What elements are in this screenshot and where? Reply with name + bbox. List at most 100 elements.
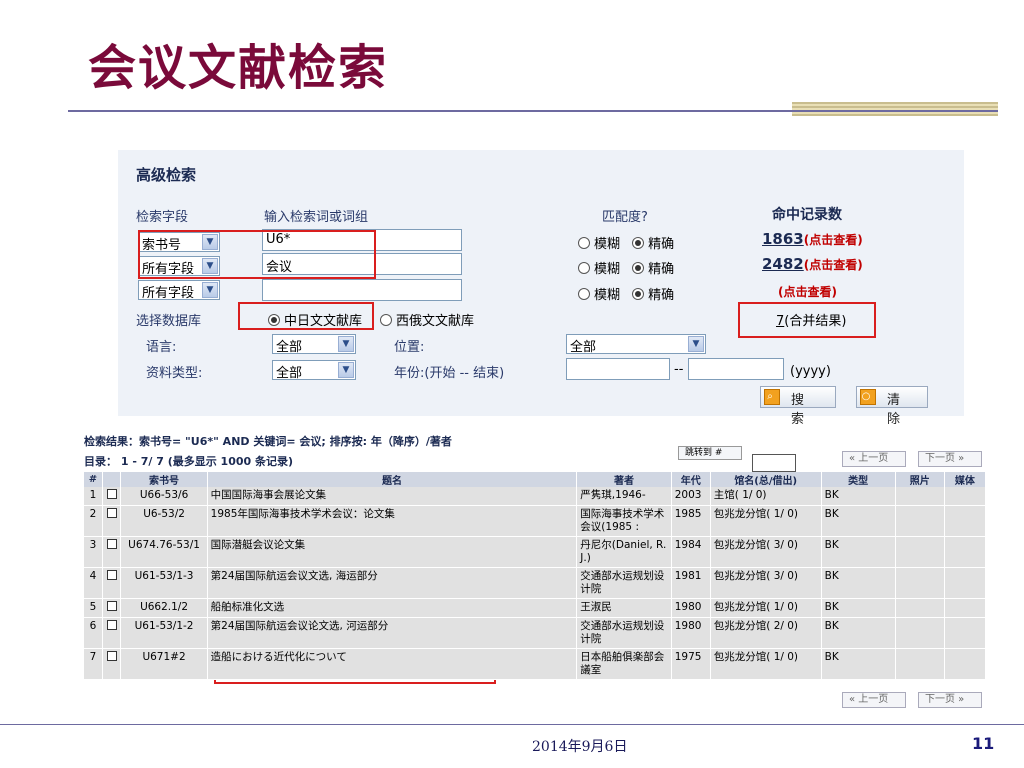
year-cell: 2003 (671, 487, 711, 506)
match-column-label[interactable]: 匹配度? (602, 206, 648, 225)
search-button[interactable]: ⌕ 搜 索 (760, 386, 836, 427)
row-number: 2 (84, 505, 103, 537)
library-cell[interactable]: 主馆( 1/ 0) (710, 487, 822, 506)
col-call-number[interactable]: 索书号 (120, 472, 208, 487)
exact-radio-3[interactable] (632, 288, 645, 300)
select-checkbox[interactable] (106, 539, 117, 549)
select-checkbox[interactable] (106, 601, 117, 611)
author-cell: 交通部水运规划设计院 (576, 567, 672, 599)
col-number: # (84, 472, 103, 487)
title-cell[interactable]: 造船における近代化について (207, 648, 578, 680)
row-checkbox[interactable] (102, 487, 122, 506)
title-decoration (792, 102, 998, 116)
photo-cell (895, 598, 945, 618)
jump-to-input[interactable] (752, 454, 796, 472)
table-row: 5 U662.1/2 船舶标准化文选 王淑民 1980 包兆龙分馆( 1/ 0) BK (84, 598, 987, 618)
fuzzy-radio-3[interactable] (578, 288, 590, 300)
results-header-row: # 索书号 题名 著者 年代 馆名(总/借出) 类型 照片 媒体 (84, 472, 987, 487)
exact-radio-1[interactable] (632, 237, 645, 249)
select-checkbox[interactable] (106, 651, 117, 661)
row-number: 3 (84, 536, 103, 568)
library-cell[interactable]: 包兆龙分馆( 1/ 0) (710, 505, 822, 537)
photo-cell (895, 487, 945, 506)
field-select-3[interactable]: 所有字段 ▼ (138, 280, 220, 301)
library-cell[interactable]: 包兆龙分馆( 3/ 0) (710, 567, 822, 599)
col-media: 媒体 (944, 472, 987, 487)
term-column-label: 输入检索词或词组 (264, 210, 369, 225)
author-cell: 王淑民 (576, 598, 672, 618)
library-cell[interactable]: 包兆龙分馆( 1/ 0) (710, 648, 822, 680)
call-number-cell: U671#2 (120, 648, 208, 680)
col-year[interactable]: 年代 (671, 472, 711, 487)
type-cell: BK (821, 536, 896, 568)
library-cell[interactable]: 包兆龙分馆( 1/ 0) (710, 598, 822, 618)
prev-page-button[interactable]: « 上一页 (842, 451, 906, 467)
select-checkbox[interactable] (106, 620, 117, 630)
table-row: 6 U61-53/1-2 第24届国际航运会议论文选, 河运部分 交通部水运规划设计院… (84, 617, 987, 649)
year-start-input[interactable] (566, 358, 670, 380)
year-end-input[interactable] (688, 358, 784, 380)
fuzzy-radio-1[interactable] (578, 237, 590, 249)
row-number: 6 (84, 617, 103, 649)
row-number: 5 (84, 598, 103, 618)
results-catalog: 目录： 1 - 7/ 7 (最多显示 1000 条记录) (84, 455, 294, 468)
prev-page-button-bottom[interactable]: « 上一页 (842, 692, 906, 708)
library-cell[interactable]: 包兆龙分馆( 2/ 0) (710, 617, 822, 649)
language-select[interactable]: 全部 ▼ (272, 334, 356, 355)
call-number-cell: U662.1/2 (120, 598, 208, 618)
col-title[interactable]: 题名 (207, 472, 578, 487)
field-column-label: 检索字段 (136, 210, 189, 225)
fuzzy-radio-2[interactable] (578, 262, 590, 274)
title-divider (68, 110, 998, 112)
title-cell[interactable]: 船舶标准化文选 (207, 598, 578, 618)
jump-to-button[interactable]: 跳转到 # (678, 446, 742, 460)
footer-divider (0, 724, 1024, 725)
db-radio-2[interactable] (380, 314, 392, 326)
author-cell: 交通部水运规划设计院 (576, 617, 672, 649)
type-cell: BK (821, 487, 896, 506)
select-checkbox[interactable] (106, 570, 117, 580)
year-cell: 1984 (671, 536, 711, 568)
hits-3[interactable]: (点击查看) (778, 283, 837, 300)
exact-radio-2[interactable] (632, 262, 645, 274)
next-page-button-bottom[interactable]: 下一页 » (918, 692, 982, 708)
year-cell: 1980 (671, 617, 711, 649)
row-checkbox[interactable] (102, 536, 122, 568)
col-library[interactable]: 馆名(总/借出) (710, 472, 822, 487)
row-checkbox[interactable] (102, 648, 122, 680)
hits-1[interactable]: 1863(点击查看) (762, 230, 863, 248)
row-checkbox[interactable] (102, 617, 122, 649)
col-type[interactable]: 类型 (821, 472, 896, 487)
title-cell[interactable]: 第24届国际航运会议文选, 海运部分 (207, 567, 578, 599)
match-radios-2: 模糊 精确 (578, 258, 674, 277)
row-checkbox[interactable] (102, 567, 122, 599)
location-select[interactable]: 全部 ▼ (566, 334, 706, 355)
library-cell[interactable]: 包兆龙分馆( 3/ 0) (710, 536, 822, 568)
select-checkbox[interactable] (106, 508, 117, 518)
prev-icon: « (849, 694, 859, 705)
hits-2[interactable]: 2482(点击查看) (762, 255, 863, 273)
title-cell[interactable]: 1985年国际海事技术学术会议：论文集 (207, 505, 578, 537)
row-checkbox[interactable] (102, 598, 122, 618)
title-cell[interactable]: 中国国际海事会展论文集 (207, 487, 578, 506)
col-author[interactable]: 著者 (576, 472, 672, 487)
db-option-western-russian[interactable]: 西俄文文献库 (380, 310, 474, 329)
row-number: 7 (84, 648, 103, 680)
next-page-button[interactable]: 下一页 » (918, 451, 982, 467)
type-cell: BK (821, 505, 896, 537)
call-number-cell: U6-53/2 (120, 505, 208, 537)
type-select[interactable]: 全部 ▼ (272, 360, 356, 381)
media-cell (944, 487, 987, 506)
photo-cell (895, 648, 945, 680)
highlight-merged-results (738, 302, 876, 338)
row-checkbox[interactable] (102, 505, 122, 537)
page-number: 11 (972, 734, 995, 753)
chevron-down-icon: ▼ (338, 362, 354, 378)
type-cell: BK (821, 598, 896, 618)
footer-date: 2014年9月6日 (532, 739, 628, 755)
select-checkbox[interactable] (106, 489, 117, 499)
clear-button[interactable]: ○ 清 除 (856, 386, 928, 427)
term-input-3[interactable] (262, 279, 462, 301)
title-cell[interactable]: 第24届国际航运会议论文选, 河运部分 (207, 617, 578, 649)
title-cell[interactable]: 国际潜艇会议论文集 (207, 536, 578, 568)
